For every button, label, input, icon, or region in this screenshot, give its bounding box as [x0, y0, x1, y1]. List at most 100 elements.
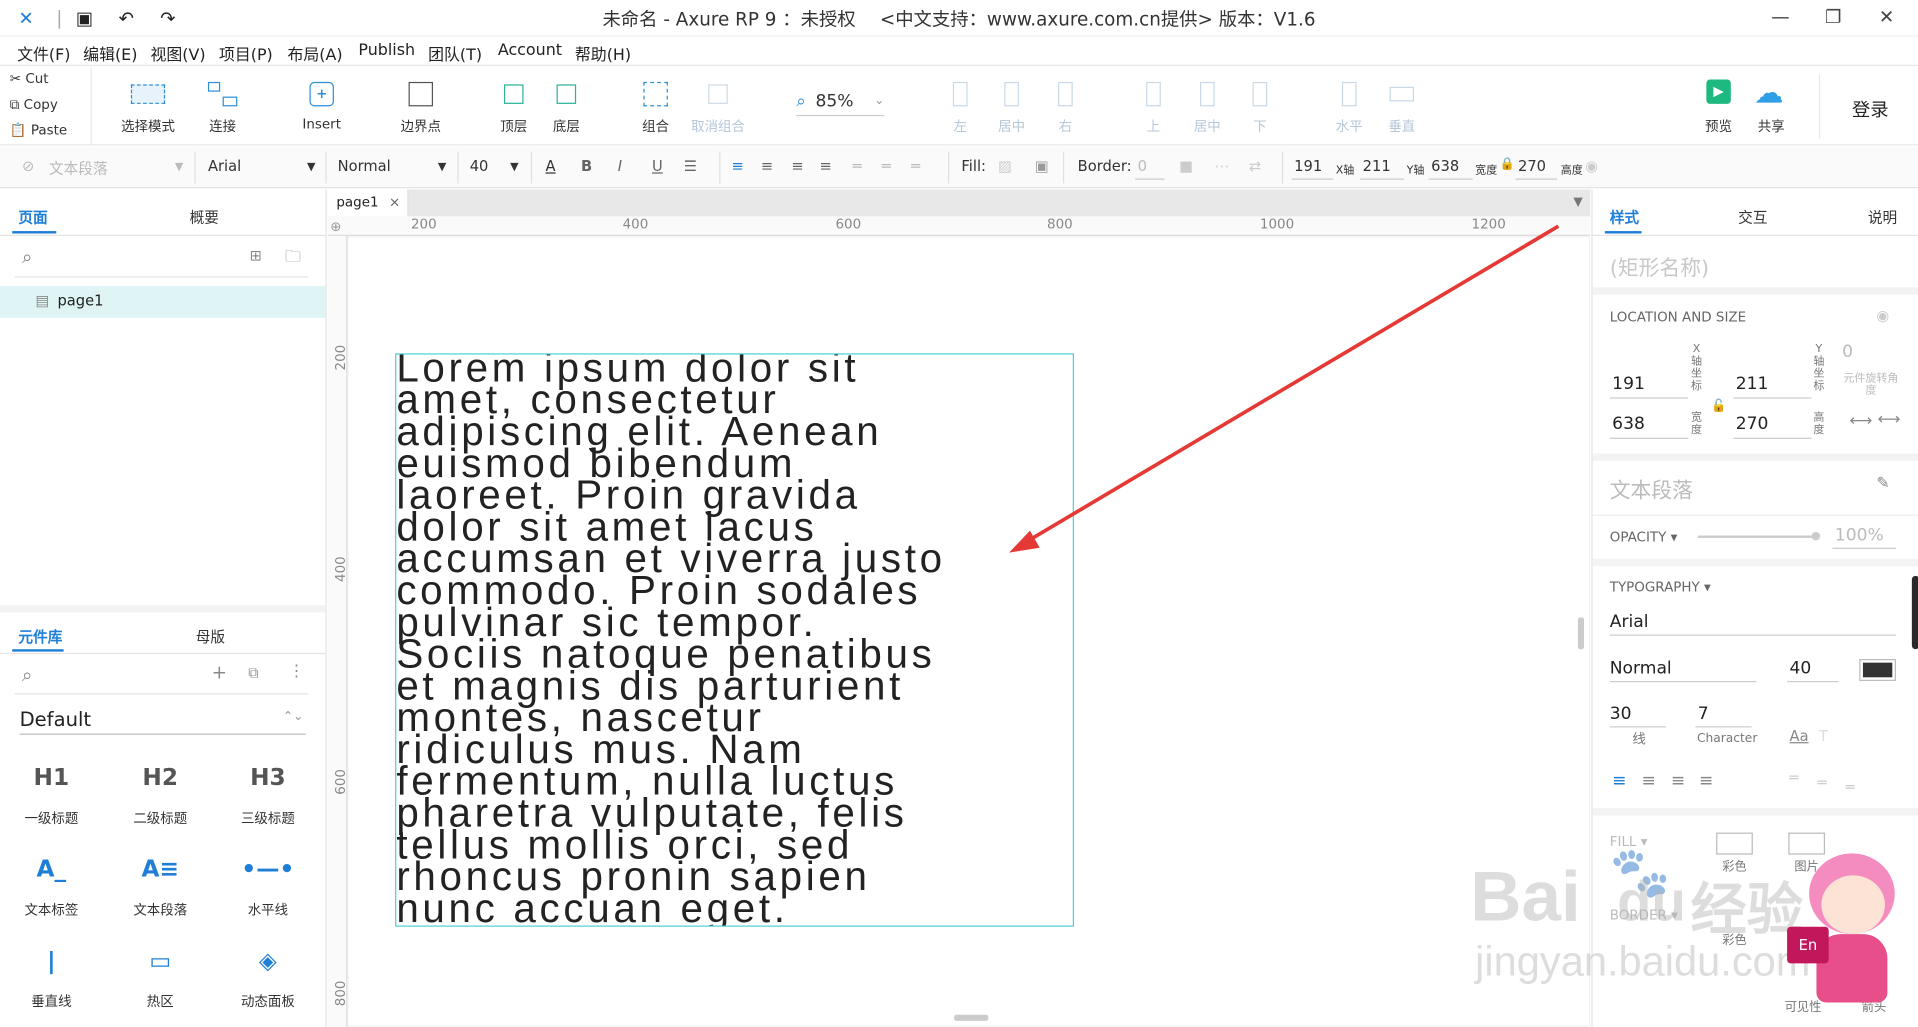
weight-select[interactable]: Normal: [338, 158, 391, 175]
font-weight-select[interactable]: Normal: [1610, 659, 1672, 679]
opacity-slider-handle[interactable]: [1811, 531, 1821, 541]
font-size-input[interactable]: 40: [1790, 659, 1812, 679]
widget-item[interactable]: H2 二级标题: [117, 764, 203, 828]
eye-icon[interactable]: ◉: [1876, 307, 1889, 324]
rotation-input[interactable]: 0: [1842, 342, 1853, 362]
insert-button[interactable]: + Insert: [285, 79, 358, 132]
border-width-input[interactable]: 0: [1138, 158, 1147, 175]
add-library-icon[interactable]: +: [212, 661, 227, 683]
widget-item[interactable]: | 垂直线: [9, 948, 95, 1012]
folder-icon[interactable]: 🗀: [285, 246, 301, 273]
tab-masters[interactable]: 母版: [196, 626, 225, 647]
copy-button[interactable]: ⧉ Copy: [10, 97, 58, 114]
bottom-layer-button[interactable]: 底层: [530, 79, 603, 135]
text-shadow-icon[interactable]: T: [1819, 727, 1828, 744]
page-list-item[interactable]: ▤ page1: [0, 286, 326, 318]
underline-icon[interactable]: U: [652, 158, 663, 175]
menu-file[interactable]: 文件(F): [17, 42, 70, 64]
text-align-right-icon[interactable]: ≡: [1671, 771, 1685, 791]
add-page-icon[interactable]: ⊞: [250, 247, 262, 264]
valign-top-icon[interactable]: ═: [853, 158, 862, 175]
tab-outline[interactable]: 概要: [190, 207, 219, 228]
text-valign-top-icon[interactable]: ═: [1790, 769, 1799, 786]
maximize-button[interactable]: ❐: [1825, 6, 1841, 28]
distribute-vertical-button[interactable]: 垂直: [1365, 79, 1438, 135]
x-input[interactable]: 191: [1294, 158, 1322, 175]
widget-item[interactable]: A_ 文本标签: [9, 856, 95, 920]
align-center-text-icon[interactable]: ≡: [761, 158, 773, 175]
font-color-swatch[interactable]: [1859, 658, 1896, 681]
menu-project[interactable]: 项目(P): [219, 42, 273, 64]
menu-layout[interactable]: 布局(A): [287, 42, 342, 64]
paste-button[interactable]: 📋 Paste: [10, 122, 67, 138]
height-input[interactable]: 270: [1736, 414, 1769, 434]
lock-icon[interactable]: 🔒: [1500, 158, 1515, 171]
width-input[interactable]: 638: [1612, 414, 1645, 434]
more-icon[interactable]: ⋮: [289, 663, 305, 681]
height-input[interactable]: 270: [1518, 158, 1546, 175]
font-select[interactable]: Arial: [208, 158, 241, 175]
close-button[interactable]: ✕: [1879, 6, 1894, 28]
boundary-button[interactable]: 边界点: [384, 79, 457, 135]
select-mode-button[interactable]: 选择模式: [111, 79, 184, 135]
library-folder-icon[interactable]: ⧉: [248, 664, 258, 682]
justify-text-icon[interactable]: ≡: [820, 158, 832, 175]
library-search-icon[interactable]: ⌕: [22, 664, 32, 686]
border-style-icon[interactable]: ⋯: [1215, 158, 1230, 175]
fill-color-icon[interactable]: ▨: [998, 158, 1012, 175]
connect-button[interactable]: 连接: [186, 79, 259, 135]
arrow-style-icon[interactable]: ⇄: [1249, 158, 1261, 175]
valign-middle-icon[interactable]: ═: [882, 158, 891, 175]
menu-account[interactable]: Account: [498, 42, 562, 60]
menu-view[interactable]: 视图(V): [150, 42, 205, 64]
visibility-icon[interactable]: ◉: [1585, 158, 1598, 175]
font-size-select[interactable]: 40: [470, 158, 489, 175]
align-right-text-icon[interactable]: ≡: [791, 158, 803, 175]
opacity-input[interactable]: 100%: [1835, 526, 1884, 546]
search-icon[interactable]: ⌕: [22, 246, 32, 268]
text-align-center-icon[interactable]: ≡: [1642, 771, 1656, 791]
menu-publish[interactable]: Publish: [358, 42, 415, 60]
widget-item[interactable]: ◈ 动态面板: [225, 948, 311, 1012]
widget-item[interactable]: H3 三级标题: [225, 764, 311, 828]
align-bottom-button[interactable]: 下: [1223, 79, 1296, 135]
widget-item[interactable]: H1 一级标题: [9, 764, 95, 828]
widget-item[interactable]: A≡ 文本段落: [117, 856, 203, 920]
font-family-select[interactable]: Arial: [1610, 613, 1649, 633]
zoom-select[interactable]: ⌕ 85% ⌄: [796, 92, 885, 117]
text-valign-middle-icon[interactable]: ═: [1818, 774, 1827, 791]
side-handle[interactable]: [1911, 575, 1918, 650]
share-button[interactable]: ☁ 共享: [1734, 78, 1807, 135]
edit-style-icon[interactable]: ✎: [1876, 474, 1889, 492]
text-valign-bottom-icon[interactable]: ═: [1846, 779, 1855, 796]
style-name[interactable]: 文本段落: [1610, 473, 1693, 503]
align-left-text-icon[interactable]: ≡: [731, 158, 743, 175]
tab-interactions[interactable]: 交互: [1738, 207, 1767, 228]
y-input[interactable]: 211: [1736, 374, 1769, 394]
y-input[interactable]: 211: [1363, 158, 1391, 175]
char-spacing-input[interactable]: 7: [1698, 704, 1709, 724]
menu-team[interactable]: 团队(T): [428, 42, 482, 64]
opacity-slider[interactable]: [1697, 535, 1818, 538]
line-spacing-input[interactable]: 30: [1610, 704, 1632, 724]
italic-icon[interactable]: I: [618, 158, 622, 175]
menu-edit[interactable]: 编辑(E): [83, 42, 137, 64]
text-justify-icon[interactable]: ≡: [1699, 771, 1713, 791]
fit-height-icon[interactable]: ⟷: [1878, 411, 1901, 429]
text-align-left-icon[interactable]: ≡: [1612, 771, 1626, 791]
lock-ratio-icon[interactable]: 🔓: [1711, 400, 1726, 413]
align-right-button[interactable]: 右: [1029, 79, 1102, 135]
style-select[interactable]: 文本段落: [49, 158, 108, 179]
bullet-list-icon[interactable]: ☰: [684, 158, 697, 175]
widget-item[interactable]: ▭ 热区: [117, 948, 203, 1012]
cut-button[interactable]: ✂ Cut: [10, 71, 49, 87]
widget-item[interactable]: •—• 水平线: [225, 856, 311, 920]
minimize-button[interactable]: —: [1771, 6, 1789, 28]
x-input[interactable]: 191: [1612, 374, 1645, 394]
menu-help[interactable]: 帮助(H): [575, 42, 631, 64]
library-select[interactable]: Default ⌃⌄: [19, 708, 306, 735]
fill-shadow-icon[interactable]: ▣: [1035, 158, 1049, 175]
border-color-icon[interactable]: ■: [1179, 158, 1193, 175]
tab-style[interactable]: 样式: [1610, 207, 1639, 228]
login-button[interactable]: 登录: [1852, 97, 1889, 123]
